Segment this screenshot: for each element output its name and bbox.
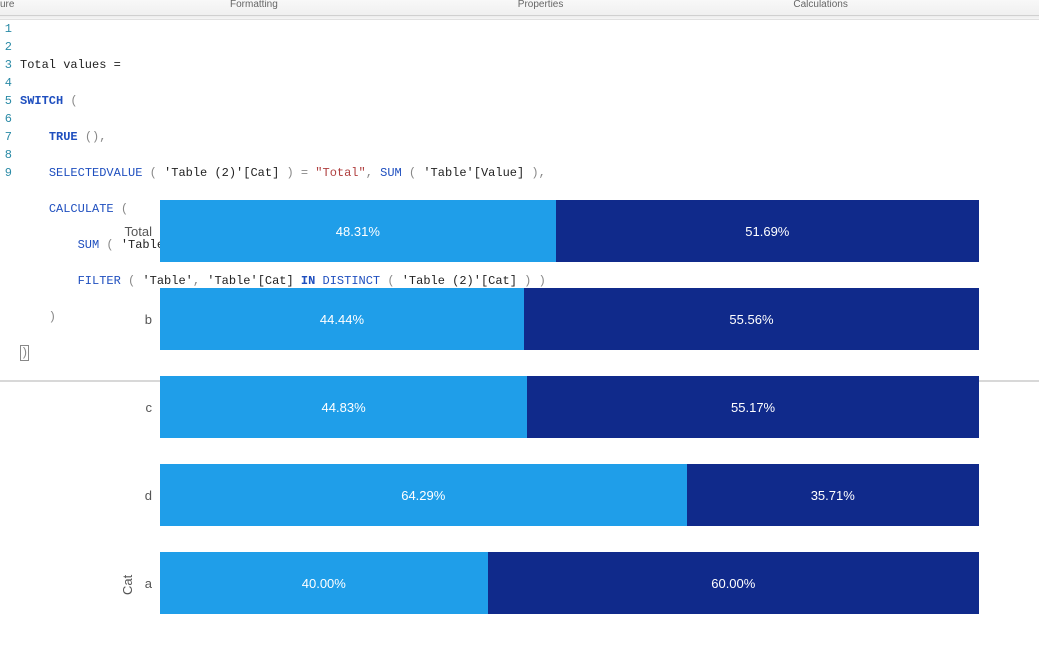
code-line-2[interactable]: SWITCH (	[18, 92, 1039, 110]
bar-track: 44.83% 55.17%	[160, 376, 979, 438]
bar-segment-series1[interactable]: 44.44%	[160, 288, 524, 350]
code-line-4[interactable]: SELECTEDVALUE ( 'Table (2)'[Cat] ) = "To…	[18, 164, 1039, 182]
line-gutter: 1 2 3 4 5 6 7 8 9	[0, 20, 14, 182]
bar-value-label: 64.29%	[401, 488, 445, 503]
bar-segment-series1[interactable]: 40.00%	[160, 552, 488, 614]
bar-segment-series1[interactable]: 64.29%	[160, 464, 687, 526]
bar-row-d[interactable]: d 64.29% 35.71%	[160, 464, 979, 526]
bar-row-total[interactable]: Total 48.31% 51.69%	[160, 200, 979, 262]
bar-track: 48.31% 51.69%	[160, 200, 979, 262]
bar-value-label: 44.83%	[322, 400, 366, 415]
chart-area: Cat Total 48.31% 51.69% b 44.44% 55.56% …	[0, 190, 1039, 657]
bar-row-a[interactable]: a 40.00% 60.00%	[160, 552, 979, 614]
bar-value-label: 48.31%	[336, 224, 380, 239]
bar-value-label: 44.44%	[320, 312, 364, 327]
bar-track: 44.44% 55.56%	[160, 288, 979, 350]
bar-segment-series2[interactable]: 51.69%	[556, 200, 979, 262]
ribbon-tabs: ure Formatting Properties Calculations	[0, 0, 1039, 16]
bar-value-label: 55.17%	[731, 400, 775, 415]
bar-segment-series2[interactable]: 55.17%	[527, 376, 979, 438]
bar-row-b[interactable]: b 44.44% 55.56%	[160, 288, 979, 350]
bar-segment-series1[interactable]: 44.83%	[160, 376, 527, 438]
bar-value-label: 60.00%	[711, 576, 755, 591]
ribbon-tab-formatting[interactable]: Formatting	[170, 0, 338, 10]
bar-value-label: 40.00%	[302, 576, 346, 591]
ribbon-tab-structure[interactable]: ure	[0, 0, 60, 10]
bar-label: d	[100, 488, 152, 503]
ribbon-tab-calculations[interactable]: Calculations	[733, 0, 907, 10]
bar-segment-series2[interactable]: 60.00%	[488, 552, 979, 614]
bar-label: c	[100, 400, 152, 415]
bar-label: b	[100, 312, 152, 327]
code-line-1[interactable]: Total values =	[18, 56, 1039, 74]
ribbon-tab-properties[interactable]: Properties	[458, 0, 624, 10]
bar-value-label: 35.71%	[811, 488, 855, 503]
bar-row-c[interactable]: c 44.83% 55.17%	[160, 376, 979, 438]
code-line-3[interactable]: TRUE (),	[18, 128, 1039, 146]
bar-value-label: 55.56%	[729, 312, 773, 327]
bar-segment-series1[interactable]: 48.31%	[160, 200, 556, 262]
bar-track: 64.29% 35.71%	[160, 464, 979, 526]
bar-track: 40.00% 60.00%	[160, 552, 979, 614]
bar-label: a	[100, 576, 152, 591]
bar-segment-series2[interactable]: 55.56%	[524, 288, 979, 350]
bar-segment-series2[interactable]: 35.71%	[687, 464, 979, 526]
stacked-bar-chart[interactable]: Total 48.31% 51.69% b 44.44% 55.56% c 44…	[160, 200, 979, 657]
bar-value-label: 51.69%	[745, 224, 789, 239]
bar-label: Total	[100, 224, 152, 239]
